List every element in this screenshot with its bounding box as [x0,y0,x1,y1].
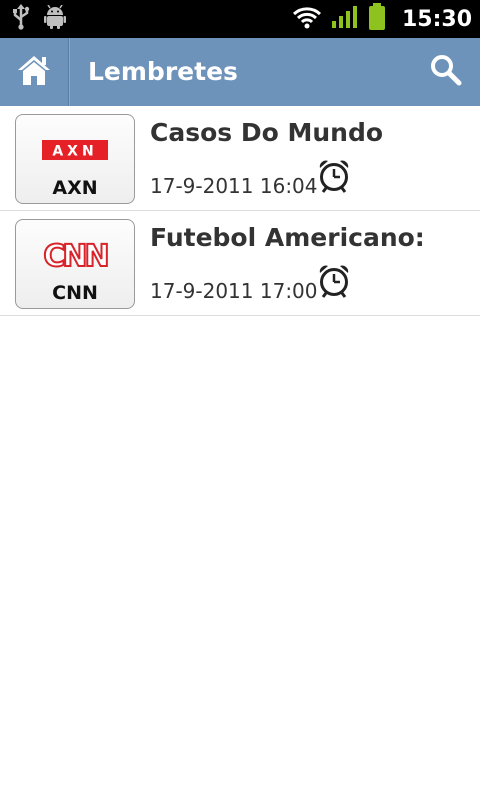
page-title: Lembretes [88,57,238,86]
search-icon [430,54,462,90]
show-datetime: 17-9-2011 17:00 [150,279,318,303]
home-icon [16,53,52,91]
channel-name: CNN [52,282,98,304]
channel-card[interactable]: CNN CNN [15,219,135,309]
search-button[interactable] [412,38,480,106]
show-title: Futebol Americano: [150,223,425,252]
reminder-item[interactable]: CNN CNN Futebol Americano: 17-9-2011 17:… [0,211,480,316]
clock-time: 15:30 [401,6,472,32]
channel-name: AXN [52,177,98,199]
alarm-clock-icon[interactable] [318,159,350,193]
cnn-logo-text: CNN [43,239,107,273]
reminder-item[interactable]: AXN AXN Casos Do Mundo 17-9-2011 16:04 [0,106,480,211]
usb-icon [12,4,30,34]
show-title: Casos Do Mundo [150,118,384,147]
axn-logo-text: AXN [52,144,97,160]
alarm-clock-icon[interactable] [318,264,350,298]
show-datetime: 17-9-2011 16:04 [150,174,318,198]
status-bar: 15:30 [0,0,480,38]
android-debug-icon [44,4,66,33]
signal-icon [331,5,358,33]
wifi-icon [292,5,322,33]
home-button[interactable] [0,38,68,106]
axn-logo: AXN [16,125,134,175]
action-bar-divider-highlight [69,38,70,106]
action-bar: Lembretes [0,38,480,106]
reminder-list: AXN AXN Casos Do Mundo 17-9-2011 16:04 C [0,106,480,316]
battery-icon [368,3,386,35]
cnn-logo: CNN [16,230,134,280]
channel-card[interactable]: AXN AXN [15,114,135,204]
